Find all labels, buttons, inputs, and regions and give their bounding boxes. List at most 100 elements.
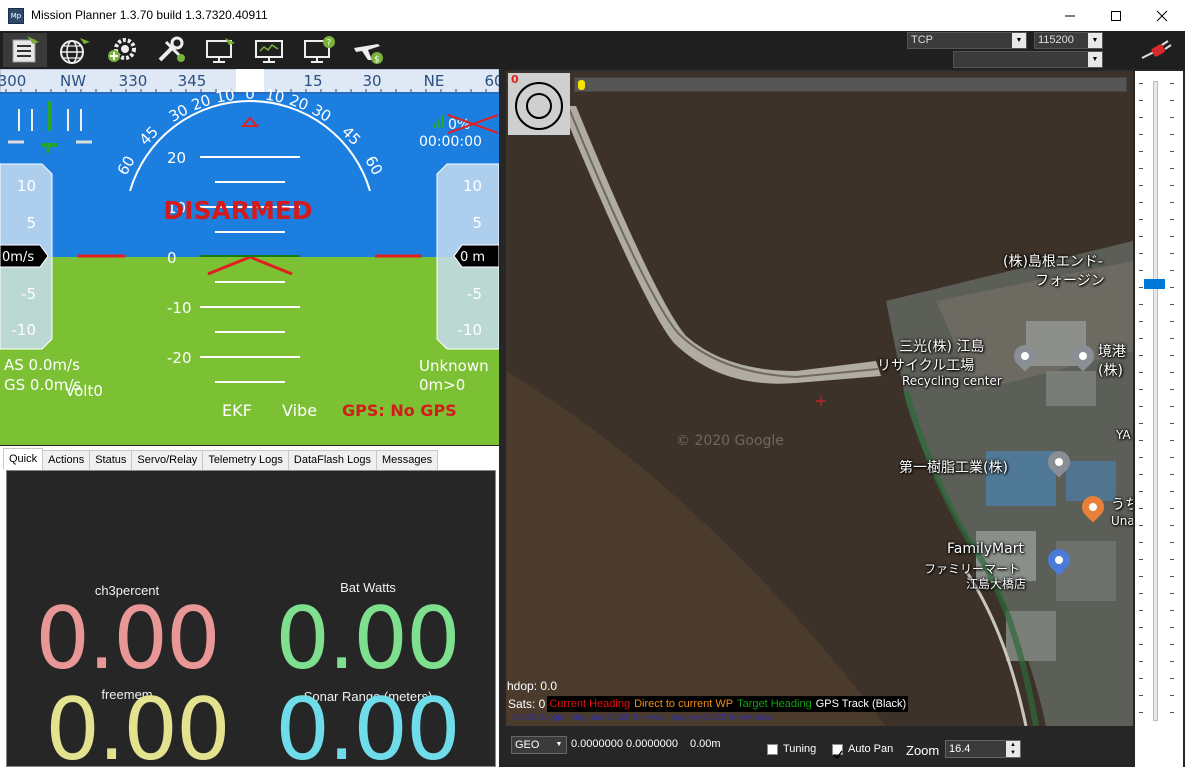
checkmark-icon	[833, 750, 843, 760]
zoom-tick	[1139, 576, 1143, 577]
tab-dataflash-logs[interactable]: DataFlash Logs	[287, 450, 377, 470]
airspeed: AS 0.0m/s	[4, 356, 80, 374]
legend-current-heading: Current Heading	[547, 696, 633, 712]
zoom-tick	[1170, 236, 1174, 237]
tab-bar: Quick Actions Status Servo/Relay Telemetry L…	[3, 448, 439, 470]
zoom-tick	[1170, 542, 1174, 543]
map-label-poi: 三光(株) 江島	[899, 339, 985, 355]
tab-telemetry-logs[interactable]: Telemetry Logs	[202, 450, 289, 470]
speed-tick-label: 5	[26, 214, 36, 232]
zoom-slider[interactable]	[1135, 71, 1183, 767]
zoom-label: Zoom	[906, 743, 940, 758]
quick-value-freemem[interactable]: 0.00	[17, 687, 257, 767]
zoom-tick	[1139, 219, 1143, 220]
zoom-tick	[1170, 389, 1174, 390]
mission-planner-window: Mp Mission Planner 1.3.70 build 1.3.7320…	[0, 0, 1185, 767]
zoom-tick	[1170, 525, 1174, 526]
zoom-tick	[1139, 338, 1143, 339]
zoom-tick	[1170, 576, 1174, 577]
vibe-status[interactable]: Vibe	[282, 401, 317, 420]
map-label-poi: FamilyMart	[947, 541, 1024, 557]
speed-tick-label: -10	[12, 321, 37, 339]
connect-button[interactable]	[1138, 38, 1178, 64]
map-label-poi: 江島大橋店	[966, 577, 1027, 591]
simulation-button[interactable]	[199, 33, 243, 67]
zoom-tick	[1170, 695, 1174, 696]
quick-value-ch3percent[interactable]: 0.00	[7, 596, 247, 682]
latitude-value: 0.0000000	[571, 738, 623, 750]
heading-tick-label: 345	[178, 72, 207, 90]
ekf-status[interactable]: EKF	[222, 401, 252, 420]
zoom-tick	[1139, 542, 1143, 543]
zoom-tick	[1139, 491, 1143, 492]
baud-rate-select[interactable]: 115200 ▼	[1034, 32, 1103, 49]
tab-servo-relay[interactable]: Servo/Relay	[131, 450, 204, 470]
close-button[interactable]	[1139, 0, 1185, 31]
zoom-tick	[1170, 440, 1174, 441]
zoom-tick	[1139, 627, 1143, 628]
map-watermark: © 2020 Google	[676, 433, 784, 449]
quick-value-bat-watts[interactable]: 0.00	[247, 596, 487, 682]
maximize-icon	[1111, 10, 1121, 21]
tab-actions[interactable]: Actions	[42, 450, 91, 470]
donate-button[interactable]: $	[346, 33, 390, 67]
zoom-tick	[1139, 559, 1143, 560]
quick-value-sonar-range[interactable]: 0.00	[247, 687, 487, 767]
tab-quick[interactable]: Quick	[3, 448, 44, 469]
map-status-bar: GEO ▼ 0.0000000 0.0000000 0.00m Tuning A…	[506, 728, 1133, 764]
tuning-checkbox[interactable]	[767, 744, 778, 755]
zoom-tick	[1139, 593, 1143, 594]
chevron-down-icon: ▼	[1012, 33, 1026, 48]
longitude-value: 0.0000000	[626, 738, 678, 750]
setup-button[interactable]	[101, 33, 145, 67]
minimize-button[interactable]	[1047, 0, 1093, 31]
zoom-input[interactable]: 16.4 ▲ ▼	[945, 740, 1021, 758]
pitch-label: 0	[167, 249, 177, 267]
zoom-tick	[1170, 559, 1174, 560]
connection-type-select[interactable]: TCP ▼	[907, 32, 1027, 49]
zoom-tick	[1170, 270, 1174, 271]
title-bar: Mp Mission Planner 1.3.70 build 1.3.7320…	[0, 0, 1185, 31]
coordinate-type-select[interactable]: GEO ▼	[511, 736, 567, 754]
heading-tick-label: 30	[362, 72, 381, 90]
heading-tick-label: 300	[0, 72, 26, 90]
hud: 300NW33034501530NE60 6045302010010203045…	[0, 69, 499, 445]
wrench-icon	[158, 36, 185, 62]
scrollbar-thumb[interactable]	[578, 80, 585, 90]
zoom-slider-track	[1153, 81, 1158, 721]
zoom-spinner-icon[interactable]: ▲ ▼	[1006, 741, 1020, 757]
pitch-label: -10	[167, 299, 192, 317]
heading-tick-label: 60	[484, 72, 499, 90]
zoom-tick	[1170, 117, 1174, 118]
map-legend: Sats: 0 Current Heading Direct to curren…	[506, 696, 909, 712]
config-button[interactable]	[150, 33, 194, 67]
zoom-tick	[1139, 355, 1143, 356]
zoom-tick	[1139, 610, 1143, 611]
zoom-tick	[1170, 372, 1174, 373]
terminal-button[interactable]	[248, 33, 292, 67]
map-label-poi: 境港	[1098, 344, 1126, 360]
auto-pan-checkbox[interactable]	[832, 744, 843, 760]
help-button[interactable]: ?	[297, 33, 341, 67]
home-distance: 0m>0	[419, 376, 465, 394]
port-select[interactable]: ▼	[953, 51, 1103, 68]
maximize-button[interactable]	[1093, 0, 1139, 31]
map-label-poi: Recycling center	[902, 374, 1002, 388]
zoom-level-marker: 0	[511, 73, 519, 86]
map-label-poi: フォージン	[1035, 273, 1105, 289]
zoom-tick	[1170, 661, 1174, 662]
zoom-tick	[1139, 168, 1143, 169]
data-button[interactable]	[3, 33, 47, 67]
zoom-slider-thumb[interactable]	[1144, 279, 1165, 289]
app-icon: Mp	[8, 8, 24, 24]
zoom-tick	[1170, 627, 1174, 628]
plan-button[interactable]	[52, 33, 96, 67]
zoom-tick	[1139, 117, 1143, 118]
map-scrollbar[interactable]	[574, 77, 1127, 92]
tab-status[interactable]: Status	[89, 450, 133, 470]
gps-status: GPS: No GPS	[342, 401, 457, 420]
tab-messages[interactable]: Messages	[375, 450, 439, 470]
map-view[interactable]: 0 © 2020 Google (株)島根エンド- フォージン 三光(株) 江島…	[506, 71, 1133, 726]
heading-tick-label: 330	[119, 72, 148, 90]
zoom-tick	[1139, 695, 1143, 696]
